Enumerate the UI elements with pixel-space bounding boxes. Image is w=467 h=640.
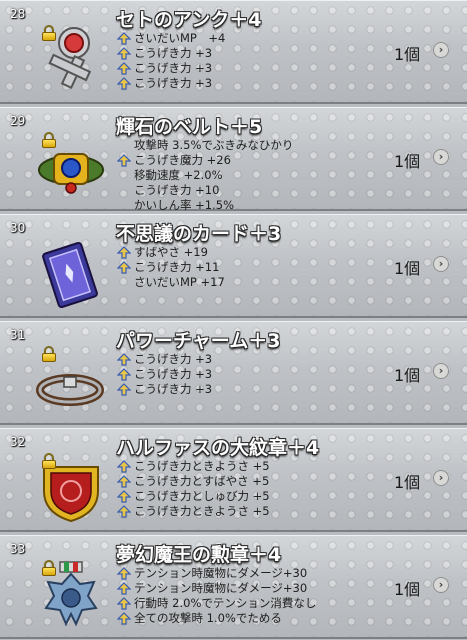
upgrade-badge-icon [117,582,131,595]
effect-line: こうげき力 +3 [116,61,225,76]
effect-line: こうげき魔力 +26 [116,153,293,168]
item-quantity: 1個 [394,473,421,492]
effect-line: こうげき力 +10 [134,183,220,197]
upgrade-badge-icon [117,246,131,259]
effect-line: こうげき力 +11 [116,260,225,275]
item-quantity: 1個 [394,366,421,385]
detail-arrow-icon[interactable]: › [433,577,449,593]
item-number: 28 [10,7,26,21]
lock-icon [42,25,56,41]
upgrade-badge-icon [117,460,131,473]
item-name: ハルファスの大紋章＋4 [116,437,320,459]
upgrade-badge-icon [117,353,131,366]
upgrade-badge-icon [117,47,131,60]
effect-line: かいしん率 +1.5% [134,198,235,212]
item-quantity: 1個 [394,259,421,278]
item-quantity: 1個 [394,45,421,64]
detail-arrow-icon[interactable]: › [433,470,449,486]
list-item[interactable]: 29 輝石のベルト＋5 攻撃時 3.5%でぶきみなひかり こうげき魔力 +26 … [0,107,467,213]
lock-icon [42,560,56,576]
item-quantity: 1個 [394,152,421,171]
item-effects: 攻撃時 3.5%でぶきみなひかり こうげき魔力 +26 移動速度 +2.0% こ… [116,138,293,213]
list-item[interactable]: 33 夢幻魔王の勲章＋4 テンション時魔物にダメージ+30 テンション時魔物にダ… [0,535,467,639]
item-name: パワーチャーム＋3 [116,330,281,352]
effect-line: さいだいMP +4 [116,31,225,46]
item-quantity: 1個 [394,580,421,599]
effect-line: さいだいMP +17 [134,275,225,289]
effect-line: こうげき力ときようさ +5 [116,459,270,474]
item-effects: テンション時魔物にダメージ+30 テンション時魔物にダメージ+30 行動時 2.… [116,566,316,626]
effect-line: こうげき力ときようさ +5 [116,504,270,519]
effect-line: テンション時魔物にダメージ+30 [116,581,316,596]
item-name: セトのアンク＋4 [116,9,262,31]
upgrade-badge-icon [117,505,131,518]
item-effects: すばやさ +19 こうげき力 +11 さいだいMP +17 [116,245,225,290]
effect-line: こうげき力としゅび力 +5 [116,489,270,504]
effect-line: こうげき力 +3 [116,382,212,397]
upgrade-badge-icon [117,597,131,610]
effect-line: こうげき力 +3 [116,367,212,382]
effect-line: こうげき力とすばやさ +5 [116,474,270,489]
item-name: 夢幻魔王の勲章＋4 [116,544,282,566]
item-number: 31 [10,328,26,342]
effect-line: すばやさ +19 [116,245,225,260]
lock-icon [42,453,56,469]
item-name: 不思議のカード＋3 [116,223,282,245]
effect-line: こうげき力 +3 [116,76,225,91]
detail-arrow-icon[interactable]: › [433,256,449,272]
upgrade-badge-icon [117,62,131,75]
effect-line: こうげき力 +3 [116,46,225,61]
list-item[interactable]: 28 セトのアンク＋4 さいだいMP +4 こうげき力 +3 こうげき力 +3 … [0,0,467,104]
upgrade-badge-icon [117,475,131,488]
lock-icon [42,346,56,362]
detail-arrow-icon[interactable]: › [433,149,449,165]
item-effects: こうげき力ときようさ +5 こうげき力とすばやさ +5 こうげき力としゅび力 +… [116,459,270,519]
item-number: 30 [10,221,26,235]
upgrade-badge-icon [117,490,131,503]
list-item[interactable]: 32 ハルファスの大紋章＋4 こうげき力ときようさ +5 こうげき力とすばやさ … [0,428,467,532]
upgrade-badge-icon [117,383,131,396]
item-number: 29 [10,114,26,128]
item-number: 32 [10,435,26,449]
effect-line: 攻撃時 3.5%でぶきみなひかり [134,138,294,152]
list-item[interactable]: 30 不思議のカード＋3 すばやさ +19 こうげき力 +11 さいだいMP +… [0,214,467,318]
item-name: 輝石のベルト＋5 [116,116,263,138]
lock-icon [42,132,56,148]
upgrade-badge-icon [117,32,131,45]
upgrade-badge-icon [117,368,131,381]
detail-arrow-icon[interactable]: › [433,42,449,58]
upgrade-badge-icon [117,77,131,90]
accessory-list: 28 セトのアンク＋4 さいだいMP +4 こうげき力 +3 こうげき力 +3 … [0,0,467,640]
list-item[interactable]: 31 パワーチャーム＋3 こうげき力 +3 こうげき力 +3 こうげき力 +3 … [0,321,467,425]
effect-line: こうげき力 +3 [116,352,212,367]
effect-line: テンション時魔物にダメージ+30 [116,566,316,581]
effect-line: 全ての攻撃時 1.0%でためる [116,611,316,626]
item-number: 33 [10,542,26,556]
effect-line: 行動時 2.0%でテンション消費なし [116,596,316,611]
card-icon [36,237,106,309]
upgrade-badge-icon [117,261,131,274]
effect-line: 移動速度 +2.0% [134,168,223,182]
item-effects: こうげき力 +3 こうげき力 +3 こうげき力 +3 [116,352,212,397]
item-effects: さいだいMP +4 こうげき力 +3 こうげき力 +3 こうげき力 +3 [116,31,225,91]
upgrade-badge-icon [117,154,131,167]
upgrade-badge-icon [117,567,131,580]
detail-arrow-icon[interactable]: › [433,363,449,379]
upgrade-badge-icon [117,612,131,625]
